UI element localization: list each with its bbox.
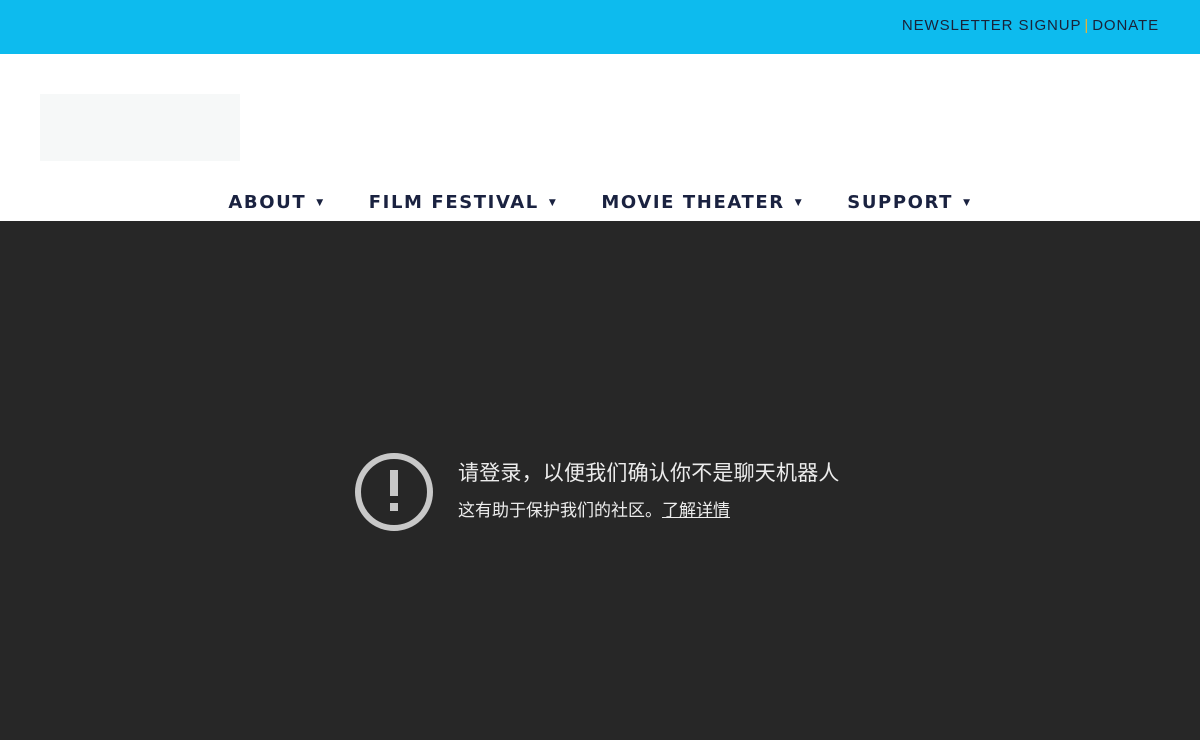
- nav-item-support[interactable]: SUPPORT ▼: [847, 190, 971, 216]
- login-notice: 请登录，以便我们确认你不是聊天机器人 这有助于保护我们的社区。了解详情: [353, 451, 913, 533]
- alert-circle-icon: [355, 453, 433, 531]
- caret-down-icon: ▼: [548, 198, 558, 208]
- top-utility-bar: NEWSLETTER SIGNUP | DONATE: [0, 0, 1200, 54]
- learn-more-link[interactable]: 了解详情: [662, 501, 730, 521]
- nav-item-movie-theater[interactable]: MOVIE THEATER ▼: [601, 190, 803, 216]
- notice-title: 请登录，以便我们确认你不是聊天机器人: [458, 461, 840, 485]
- utility-links: NEWSLETTER SIGNUP | DONATE: [902, 17, 1159, 34]
- embed-content-area: 请登录，以便我们确认你不是聊天机器人 这有助于保护我们的社区。了解详情: [0, 221, 1200, 740]
- nav-item-label: MOVIE THEATER: [601, 192, 785, 213]
- newsletter-signup-link[interactable]: NEWSLETTER SIGNUP: [902, 17, 1082, 34]
- caret-down-icon: ▼: [316, 198, 325, 208]
- caret-down-icon: ▼: [794, 198, 804, 208]
- nav-item-about[interactable]: ABOUT ▼: [228, 190, 324, 216]
- link-separator: |: [1084, 17, 1090, 34]
- notice-subtitle: 这有助于保护我们的社区。了解详情: [458, 496, 730, 521]
- nav-item-label: ABOUT: [228, 192, 307, 213]
- nav-item-label: SUPPORT: [847, 192, 954, 213]
- donate-link[interactable]: DONATE: [1092, 17, 1159, 34]
- site-header: ABOUT ▼ FILM FESTIVAL ▼ MOVIE THEATER ▼ SUPPOR…: [0, 54, 1200, 221]
- site-logo[interactable]: [40, 94, 240, 161]
- caret-down-icon: ▼: [963, 198, 972, 208]
- nav-item-label: FILM FESTIVAL: [368, 192, 539, 213]
- main-nav: ABOUT ▼ FILM FESTIVAL ▼ MOVIE THEATER ▼ SUPPOR…: [0, 190, 1200, 221]
- nav-item-film-festival[interactable]: FILM FESTIVAL ▼: [369, 190, 558, 216]
- notice-subtitle-text: 这有助于保护我们的社区。: [458, 501, 662, 521]
